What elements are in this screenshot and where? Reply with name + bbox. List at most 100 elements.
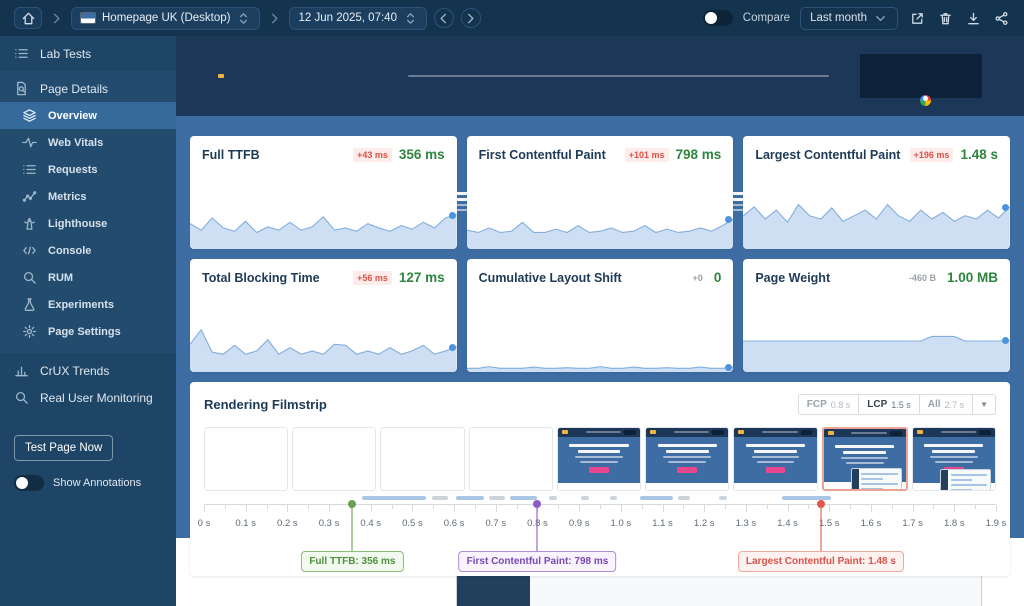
time-label: 1.4 s: [777, 518, 798, 529]
open-external-button[interactable]: [908, 9, 926, 27]
time-label: 1.1 s: [652, 518, 673, 529]
sidebar-item-label: Console: [48, 245, 91, 257]
filmstrip-frame-2[interactable]: [292, 427, 376, 491]
filmstrip-frame-8[interactable]: [822, 427, 908, 491]
metric-title: Full TTFB: [202, 148, 353, 162]
sidebar-item-web-vitals[interactable]: Web Vitals: [0, 129, 176, 156]
sidebar-item-lighthouse[interactable]: Lighthouse: [0, 210, 176, 237]
mini-logo: [562, 430, 568, 434]
ruler-tick: [954, 505, 955, 512]
mini-header-button: [712, 430, 724, 435]
activity-bar: [456, 496, 485, 500]
marker-pill-full-ttfb: Full TTFB: 356 ms: [301, 551, 403, 572]
flask-icon: [22, 297, 38, 312]
filmstrip-frame-3[interactable]: [380, 427, 464, 491]
filmstrip-frame-6[interactable]: [645, 427, 729, 491]
mini-logo: [828, 431, 834, 435]
updown-icon: [236, 11, 251, 26]
ruler-minor-tick: [558, 505, 559, 509]
delete-button[interactable]: [936, 9, 954, 27]
sidebar: Lab TestsPage DetailsOverviewWeb VitalsR…: [0, 36, 176, 606]
next-test-button[interactable]: [461, 8, 481, 28]
mini-dashboard: [851, 468, 902, 491]
sparkline-end-dot: [449, 212, 456, 219]
sidebar-item-lab-tests[interactable]: Lab Tests: [0, 40, 176, 67]
sidebar-item-console[interactable]: Console: [0, 237, 176, 264]
share-icon: [994, 11, 1009, 26]
page-thumbnail-icon: [80, 12, 96, 24]
ruler-tick: [204, 505, 205, 512]
mini-site-header: [176, 36, 1024, 116]
sidebar-item-metrics[interactable]: Metrics: [0, 183, 176, 210]
sidebar-section: Page DetailsOverviewWeb VitalsRequestsMe…: [0, 71, 176, 353]
code-icon: [22, 243, 38, 258]
mini-cta-button: [677, 467, 697, 473]
segment-label: LCP: [867, 399, 887, 410]
ruler-tick: [329, 505, 330, 512]
share-button[interactable]: [992, 9, 1010, 27]
mini-header-button: [860, 54, 982, 98]
chevron-right-icon: [49, 11, 64, 26]
sidebar-item-crux-trends[interactable]: CrUX Trends: [0, 357, 176, 384]
page-selector[interactable]: Homepage UK (Desktop): [71, 7, 260, 30]
metric-title: Largest Contentful Paint: [755, 148, 909, 162]
mini-dashboard: [940, 469, 991, 491]
sidebar-item-label: Real User Monitoring: [40, 391, 153, 405]
filmstrip-card: Rendering Filmstrip FCP0.8 sLCP1.5 sAll2…: [190, 382, 1010, 576]
sidebar-item-requests[interactable]: Requests: [0, 156, 176, 183]
download-button[interactable]: [964, 9, 982, 27]
filmstrip-range-dropdown[interactable]: ▼: [973, 395, 995, 414]
prev-test-button[interactable]: [434, 8, 454, 28]
filmstrip-frame-1[interactable]: [204, 427, 288, 491]
filmstrip-frames: [204, 427, 996, 491]
annotations-toggle[interactable]: [14, 475, 44, 491]
marker-pill-first-contentful-paint: First Contentful Paint: 798 ms: [459, 551, 617, 572]
page-screenshot-thumbnail: [204, 55, 306, 117]
sidebar-item-rum[interactable]: RUM: [0, 264, 176, 291]
compare-toggle[interactable]: [703, 10, 733, 26]
sidebar-item-overview[interactable]: Overview: [0, 102, 176, 129]
sidebar-item-label: Experiments: [48, 299, 114, 311]
sidebar-item-label: Lighthouse: [48, 218, 107, 230]
segment-value: 0.8 s: [831, 400, 851, 410]
home-button[interactable]: [14, 7, 42, 29]
date-selector[interactable]: 12 Jun 2025, 07:40: [289, 7, 426, 30]
chevron-right-icon: [267, 11, 282, 26]
mini-nav: [408, 75, 829, 77]
sidebar-item-page-settings[interactable]: Page Settings: [0, 318, 176, 345]
mini-header-button: [979, 430, 991, 435]
layers-icon: [22, 108, 38, 123]
test-page-now-button[interactable]: Test Page Now: [14, 435, 113, 461]
time-label: 0.7 s: [485, 518, 506, 529]
range-dropdown[interactable]: Last month: [800, 7, 898, 30]
filmstrip-frame-4[interactable]: [469, 427, 553, 491]
mini-nav: [762, 431, 797, 433]
ruler-minor-tick: [725, 505, 726, 509]
metric-card-cumulative-layout-shift: Cumulative Layout Shift+00: [467, 259, 734, 372]
filmstrip-range-fcp[interactable]: FCP0.8 s: [799, 395, 860, 414]
mini-hero: [913, 437, 995, 483]
ruler-minor-tick: [642, 505, 643, 509]
time-label: 0.5 s: [402, 518, 423, 529]
mini-site-header: [913, 428, 995, 437]
sidebar-item-real-user-monitoring[interactable]: Real User Monitoring: [0, 384, 176, 411]
filmstrip-frame-5[interactable]: [557, 427, 641, 491]
filmstrip-frame-9[interactable]: [912, 427, 996, 491]
list-icon: [22, 162, 38, 177]
metric-value: 1.00 MB: [947, 270, 998, 285]
filmstrip-range-all[interactable]: All2.7 s: [920, 395, 973, 414]
mini-site-header: [646, 428, 728, 437]
time-label: 1.0 s: [611, 518, 632, 529]
metric-sparkline: [467, 187, 734, 249]
filmstrip-frame-7[interactable]: [733, 427, 817, 491]
sidebar-item-experiments[interactable]: Experiments: [0, 291, 176, 318]
metric-card-page-weight: Page Weight-460 B1.00 MB: [743, 259, 1010, 372]
mini-logo: [650, 430, 656, 434]
marker-dot-largest-contentful-paint: [817, 500, 825, 508]
annotations-label: Show Annotations: [53, 477, 141, 489]
sidebar-item-page-details[interactable]: Page Details: [0, 75, 176, 102]
filmstrip-range-lcp[interactable]: LCP1.5 s: [859, 395, 920, 414]
metric-header: Total Blocking Time+56 ms127 ms: [190, 259, 457, 285]
scatter-icon: [22, 189, 38, 204]
metric-sparkline: [743, 310, 1010, 372]
